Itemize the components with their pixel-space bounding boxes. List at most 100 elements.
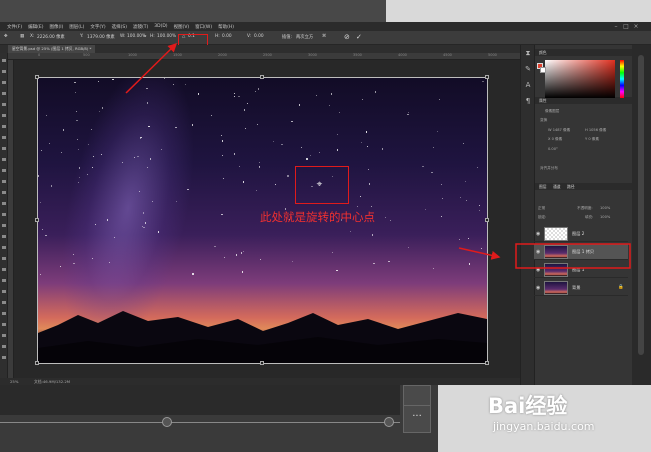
menu-item[interactable]: 图层(L)	[66, 24, 87, 30]
zoom-level[interactable]: 25%	[10, 379, 18, 384]
character-icon[interactable]: A	[524, 81, 532, 89]
tool-icon[interactable]	[2, 323, 6, 326]
y-field[interactable]: 1379.00 像素	[87, 34, 115, 40]
commit-transform-icon[interactable]: ✓	[356, 33, 362, 41]
reference-point-icon[interactable]: ▦	[20, 34, 24, 39]
background-swatch[interactable]	[540, 67, 546, 73]
tool-icon[interactable]	[2, 158, 6, 161]
menu-item[interactable]: 3D(D)	[151, 24, 170, 29]
opacity-field[interactable]: 100%	[600, 206, 610, 210]
menu-item[interactable]: 文件(F)	[4, 24, 25, 30]
layer-name: 图层 1	[572, 267, 585, 272]
history-icon[interactable]: ⧗	[524, 49, 532, 57]
transform-handle-tr[interactable]	[485, 75, 489, 79]
transform-handle-b[interactable]	[260, 361, 264, 365]
tool-icon[interactable]	[2, 136, 6, 139]
color-tab[interactable]: 颜色	[539, 50, 547, 56]
hue-slider[interactable]	[620, 60, 624, 98]
tool-icon[interactable]	[2, 59, 6, 62]
tool-icon[interactable]	[2, 268, 6, 271]
prop-w[interactable]: W 1487 像素	[548, 128, 570, 133]
tool-icon[interactable]	[2, 301, 6, 304]
menu-item[interactable]: 编辑(E)	[25, 24, 46, 30]
tool-icon[interactable]	[2, 81, 6, 84]
scrollbar-thumb[interactable]	[638, 55, 644, 355]
tool-icon[interactable]	[2, 125, 6, 128]
link-icon[interactable]: ∞	[143, 34, 147, 39]
vskew-field[interactable]: 0.00	[254, 34, 264, 39]
transform-handle-bl[interactable]	[35, 361, 39, 365]
prop-x[interactable]: X 0 像素	[548, 137, 562, 142]
right-scrollbar[interactable]	[632, 45, 651, 385]
menu-item[interactable]: 窗口(W)	[192, 24, 215, 30]
paths-tab[interactable]: 路径	[567, 184, 575, 190]
fill-field[interactable]: 100%	[600, 215, 610, 219]
tool-icon[interactable]	[2, 103, 6, 106]
h-field[interactable]: 100.00%	[157, 34, 176, 39]
layers-tab[interactable]: 图层	[539, 184, 547, 190]
prop-h[interactable]: H 1056 像素	[585, 128, 606, 133]
slider-knob-left[interactable]	[162, 417, 172, 427]
paragraph-icon[interactable]: ¶	[524, 97, 532, 105]
interp-select[interactable]: 两次立方	[296, 34, 313, 40]
channels-tab[interactable]: 通道	[553, 184, 561, 190]
color-picker-field[interactable]	[545, 60, 615, 98]
tool-icon[interactable]	[2, 246, 6, 249]
tool-icon[interactable]	[2, 312, 6, 315]
tool-icon[interactable]	[2, 345, 6, 348]
minimize-icon[interactable]: –	[612, 23, 620, 30]
transform-handle-t[interactable]	[260, 75, 264, 79]
tool-icon[interactable]	[2, 213, 6, 216]
transform-handle-br[interactable]	[485, 361, 489, 365]
close-icon[interactable]: ×	[632, 23, 640, 30]
move-tool-icon[interactable]: ✥	[4, 34, 8, 39]
tool-icon[interactable]	[2, 147, 6, 150]
interp-label: 插值:	[282, 35, 293, 40]
eye-icon[interactable]: ◉	[536, 267, 540, 273]
tool-icon[interactable]	[2, 279, 6, 282]
rotation-center-icon[interactable]: ⌖	[314, 179, 325, 190]
tool-icon[interactable]	[2, 191, 6, 194]
menu-item[interactable]: 文字(Y)	[87, 24, 108, 30]
maximize-icon[interactable]: □	[622, 23, 630, 30]
menu-item[interactable]: 视图(V)	[171, 24, 193, 30]
tool-icon[interactable]	[2, 224, 6, 227]
tool-icon[interactable]	[2, 169, 6, 172]
eye-icon[interactable]: ◉	[536, 249, 540, 255]
x-field[interactable]: 2226.00 像素	[37, 34, 65, 40]
transform-handle-r[interactable]	[485, 218, 489, 222]
eye-icon[interactable]: ◉	[536, 285, 540, 291]
blend-mode-select[interactable]: 正常	[538, 206, 545, 211]
menu-item[interactable]: 选择(S)	[109, 24, 130, 30]
tool-icon[interactable]	[2, 356, 6, 359]
eye-icon[interactable]: ◉	[536, 231, 540, 237]
more-options-icon[interactable]: ···	[403, 405, 431, 433]
tool-icon[interactable]	[2, 334, 6, 337]
tool-icon[interactable]	[2, 180, 6, 183]
tool-icon[interactable]	[2, 70, 6, 73]
prop-angle[interactable]: 0.00°	[548, 147, 558, 151]
properties-tab[interactable]: 属性	[539, 98, 547, 104]
tool-icon[interactable]	[2, 114, 6, 117]
tool-icon[interactable]	[2, 202, 6, 205]
tool-icon[interactable]	[2, 235, 6, 238]
transform-handle-l[interactable]	[35, 218, 39, 222]
tool-icon[interactable]	[2, 290, 6, 293]
layer-row[interactable]: ◉ 背景 🔒	[534, 280, 628, 296]
layer-row[interactable]: ◉ 图层 2	[534, 226, 628, 242]
menu-item[interactable]: 帮助(H)	[215, 24, 237, 30]
menu-item[interactable]: 图像(I)	[46, 24, 66, 30]
layer-row[interactable]: ◉ 图层 1 拷贝	[534, 244, 628, 260]
layer-row[interactable]: ◉ 图层 1	[534, 262, 628, 278]
document-tab[interactable]: 星空背景.psd @ 25% (图层 1 拷贝, RGB/8) *	[8, 45, 96, 53]
prop-y[interactable]: Y 0 像素	[585, 137, 599, 142]
cancel-transform-icon[interactable]: ⊘	[344, 33, 350, 41]
tool-icon[interactable]	[2, 257, 6, 260]
tool-icon[interactable]	[2, 92, 6, 95]
brush-settings-icon[interactable]: ✎	[524, 65, 532, 73]
slider-knob-right[interactable]	[384, 417, 394, 427]
transform-handle-tl[interactable]	[35, 75, 39, 79]
warp-icon[interactable]: ⌘	[322, 34, 326, 39]
menu-item[interactable]: 滤镜(T)	[130, 24, 151, 30]
hskew-field[interactable]: 0.00	[222, 34, 232, 39]
